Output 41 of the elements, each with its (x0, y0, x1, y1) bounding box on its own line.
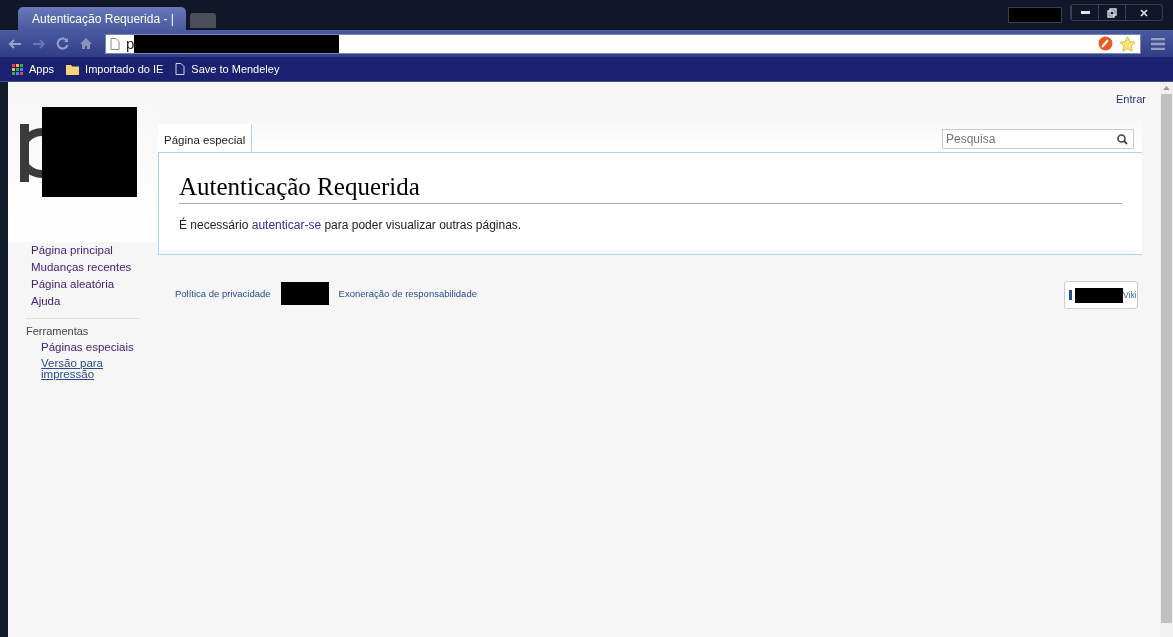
scroll-up-icon[interactable] (1163, 86, 1170, 90)
message-text: É necessário autenticar-se para poder visualizar outras páginas. (179, 218, 523, 232)
scrollbar[interactable] (1160, 82, 1173, 637)
bookmark[interactable]: Save to Mendeley (175, 63, 280, 75)
bookmark[interactable]: Apps (12, 63, 55, 75)
powered-by-badge[interactable]: Viki (1064, 281, 1138, 309)
sidebar-link[interactable]: Versão para impressão (26, 358, 121, 380)
search-icon[interactable] (1117, 134, 1128, 145)
sidebar-link[interactable]: Ajuda (31, 293, 158, 310)
redaction-block (280, 281, 329, 305)
restore-icon[interactable] (1107, 7, 1117, 18)
folder-icon (66, 63, 80, 75)
browser-tab[interactable]: Autenticação Requerida - | (18, 7, 186, 30)
sidebar-link[interactable]: Página principal (31, 242, 158, 259)
back-icon[interactable] (8, 38, 22, 49)
sidebar-link[interactable]: Mudanças recentes (31, 259, 158, 276)
sidebar-link[interactable]: Página aleatória (31, 276, 158, 293)
page-tab[interactable]: Página especial (158, 124, 253, 152)
menu-icon[interactable] (1151, 37, 1165, 50)
redaction-block (1008, 7, 1062, 23)
page-icon (110, 37, 120, 50)
reload-icon[interactable] (56, 37, 69, 50)
forward-icon[interactable] (32, 38, 46, 49)
home-icon[interactable] (79, 37, 93, 50)
login-link[interactable]: autenticar-se (251, 218, 322, 232)
minimize-icon[interactable] (1080, 11, 1090, 14)
footer-link[interactable]: Exoneração de responsabilidade (338, 287, 477, 299)
logo-drawing[interactable] (20, 124, 42, 182)
close-icon[interactable] (1140, 8, 1148, 17)
apps-icon (12, 63, 23, 75)
section-heading: Ferramentas (26, 324, 90, 339)
address-bar[interactable]: p (105, 33, 1141, 54)
star-icon[interactable] (1119, 35, 1136, 52)
page-icon (175, 63, 186, 75)
login-link[interactable]: Entrar (1116, 93, 1146, 105)
footer-link[interactable]: Política de privacidade (175, 287, 271, 299)
extension-icon[interactable] (1098, 36, 1113, 51)
search-field[interactable]: Pesquisa (942, 129, 1134, 149)
bookmark[interactable]: Importado do IE (66, 63, 164, 75)
sidebar-link[interactable]: Páginas especiais (26, 339, 140, 355)
page-heading: Autenticação Requerida (179, 173, 1122, 204)
